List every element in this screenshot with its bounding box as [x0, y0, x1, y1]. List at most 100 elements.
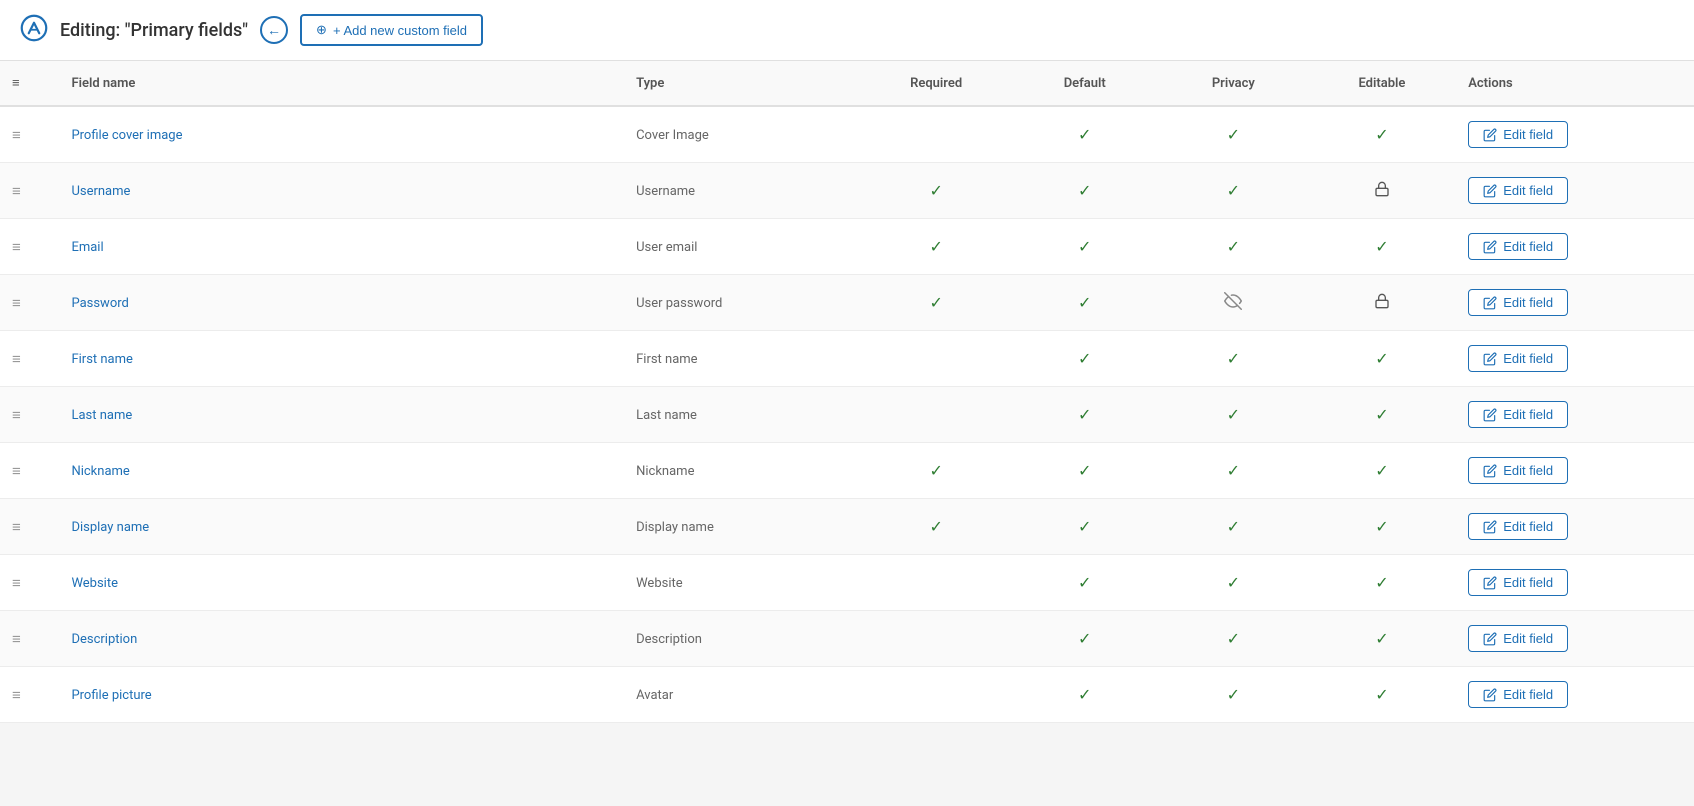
- edit-field-button[interactable]: Edit field: [1468, 177, 1568, 204]
- edit-field-button[interactable]: Edit field: [1468, 401, 1568, 428]
- table-row: ≡WebsiteWebsite✓✓✓ Edit field: [0, 555, 1694, 611]
- edit-field-label: Edit field: [1503, 295, 1553, 310]
- pencil-icon: [1483, 128, 1497, 142]
- editable-lock-icon: [1374, 183, 1390, 201]
- edit-field-label: Edit field: [1503, 575, 1553, 590]
- field-name-link[interactable]: Description: [71, 632, 137, 647]
- default-check-icon: ✓: [1078, 573, 1091, 592]
- edit-field-button[interactable]: Edit field: [1468, 289, 1568, 316]
- privacy-check-icon: ✓: [1227, 125, 1240, 144]
- field-name-link[interactable]: Profile cover image: [71, 128, 182, 143]
- pencil-icon: [1483, 408, 1497, 422]
- drag-handle[interactable]: ≡: [12, 238, 21, 256]
- field-name-link[interactable]: Website: [71, 576, 118, 591]
- edit-field-label: Edit field: [1503, 407, 1553, 422]
- drag-handle[interactable]: ≡: [12, 630, 21, 648]
- privacy-check-icon: ✓: [1227, 685, 1240, 704]
- edit-field-label: Edit field: [1503, 239, 1553, 254]
- field-name-link[interactable]: Password: [71, 296, 128, 311]
- privacy-check-icon: ✓: [1227, 461, 1240, 480]
- pencil-icon: [1483, 520, 1497, 534]
- edit-field-label: Edit field: [1503, 463, 1553, 478]
- privacy-check-icon: ✓: [1227, 349, 1240, 368]
- edit-field-button[interactable]: Edit field: [1468, 513, 1568, 540]
- table-row: ≡Profile cover imageCover Image✓✓✓ Edit …: [0, 106, 1694, 163]
- field-type: Description: [636, 632, 702, 647]
- field-name-link[interactable]: Email: [71, 240, 103, 255]
- table-row: ≡First nameFirst name✓✓✓ Edit field: [0, 331, 1694, 387]
- field-name-link[interactable]: First name: [71, 352, 132, 367]
- required-check-icon: ✓: [929, 181, 942, 200]
- col-header-drag: ≡: [0, 61, 59, 106]
- field-type: Website: [636, 576, 683, 591]
- editable-check-icon: ✓: [1375, 685, 1388, 704]
- pencil-icon: [1483, 184, 1497, 198]
- drag-handle[interactable]: ≡: [12, 182, 21, 200]
- field-name-link[interactable]: Nickname: [71, 464, 129, 479]
- col-header-editable: Editable: [1308, 61, 1457, 106]
- editable-check-icon: ✓: [1375, 629, 1388, 648]
- edit-field-label: Edit field: [1503, 687, 1553, 702]
- field-type: User email: [636, 240, 697, 255]
- default-check-icon: ✓: [1078, 349, 1091, 368]
- privacy-check-icon: ✓: [1227, 629, 1240, 648]
- back-button[interactable]: ←: [260, 16, 288, 44]
- drag-handle[interactable]: ≡: [12, 686, 21, 704]
- page-title: Editing: "Primary fields": [60, 20, 248, 41]
- privacy-check-icon: ✓: [1227, 405, 1240, 424]
- default-check-icon: ✓: [1078, 461, 1091, 480]
- drag-handle[interactable]: ≡: [12, 350, 21, 368]
- privacy-hidden-icon: [1224, 295, 1242, 314]
- drag-handle[interactable]: ≡: [12, 126, 21, 144]
- table-row: ≡PasswordUser password✓✓ Edit field: [0, 275, 1694, 331]
- edit-field-label: Edit field: [1503, 127, 1553, 142]
- default-check-icon: ✓: [1078, 517, 1091, 536]
- required-check-icon: ✓: [929, 293, 942, 312]
- table-row: ≡NicknameNickname✓✓✓✓ Edit field: [0, 443, 1694, 499]
- edit-field-button[interactable]: Edit field: [1468, 457, 1568, 484]
- pencil-icon: [1483, 464, 1497, 478]
- fields-table-container: ≡ Field name Type Required Default Priva…: [0, 61, 1694, 723]
- table-row: ≡Last nameLast name✓✓✓ Edit field: [0, 387, 1694, 443]
- default-check-icon: ✓: [1078, 685, 1091, 704]
- menu-icon: ≡: [12, 76, 20, 91]
- edit-field-button[interactable]: Edit field: [1468, 345, 1568, 372]
- drag-handle[interactable]: ≡: [12, 518, 21, 536]
- edit-field-label: Edit field: [1503, 631, 1553, 646]
- edit-field-button[interactable]: Edit field: [1468, 681, 1568, 708]
- default-check-icon: ✓: [1078, 237, 1091, 256]
- default-check-icon: ✓: [1078, 181, 1091, 200]
- required-check-icon: ✓: [929, 237, 942, 256]
- fields-table: ≡ Field name Type Required Default Priva…: [0, 61, 1694, 723]
- field-type: Last name: [636, 408, 697, 423]
- edit-field-button[interactable]: Edit field: [1468, 569, 1568, 596]
- col-header-required: Required: [862, 61, 1011, 106]
- editable-check-icon: ✓: [1375, 237, 1388, 256]
- drag-handle[interactable]: ≡: [12, 406, 21, 424]
- col-header-default: Default: [1010, 61, 1159, 106]
- add-custom-field-button[interactable]: ⊕ + Add new custom field: [300, 14, 483, 46]
- field-name-link[interactable]: Last name: [71, 408, 132, 423]
- field-name-link[interactable]: Display name: [71, 520, 149, 535]
- default-check-icon: ✓: [1078, 629, 1091, 648]
- default-check-icon: ✓: [1078, 293, 1091, 312]
- edit-field-button[interactable]: Edit field: [1468, 233, 1568, 260]
- default-check-icon: ✓: [1078, 125, 1091, 144]
- drag-handle[interactable]: ≡: [12, 574, 21, 592]
- editable-check-icon: ✓: [1375, 349, 1388, 368]
- drag-handle[interactable]: ≡: [12, 462, 21, 480]
- table-row: ≡EmailUser email✓✓✓✓ Edit field: [0, 219, 1694, 275]
- page-header: Editing: "Primary fields" ← ⊕ + Add new …: [0, 0, 1694, 61]
- edit-field-button[interactable]: Edit field: [1468, 625, 1568, 652]
- edit-field-button[interactable]: Edit field: [1468, 121, 1568, 148]
- field-type: Avatar: [636, 688, 673, 703]
- field-name-link[interactable]: Profile picture: [71, 688, 151, 703]
- pencil-icon: [1483, 352, 1497, 366]
- drag-handle[interactable]: ≡: [12, 294, 21, 312]
- pencil-icon: [1483, 240, 1497, 254]
- privacy-check-icon: ✓: [1227, 181, 1240, 200]
- editable-check-icon: ✓: [1375, 573, 1388, 592]
- editable-check-icon: ✓: [1375, 405, 1388, 424]
- edit-field-label: Edit field: [1503, 519, 1553, 534]
- field-name-link[interactable]: Username: [71, 184, 130, 199]
